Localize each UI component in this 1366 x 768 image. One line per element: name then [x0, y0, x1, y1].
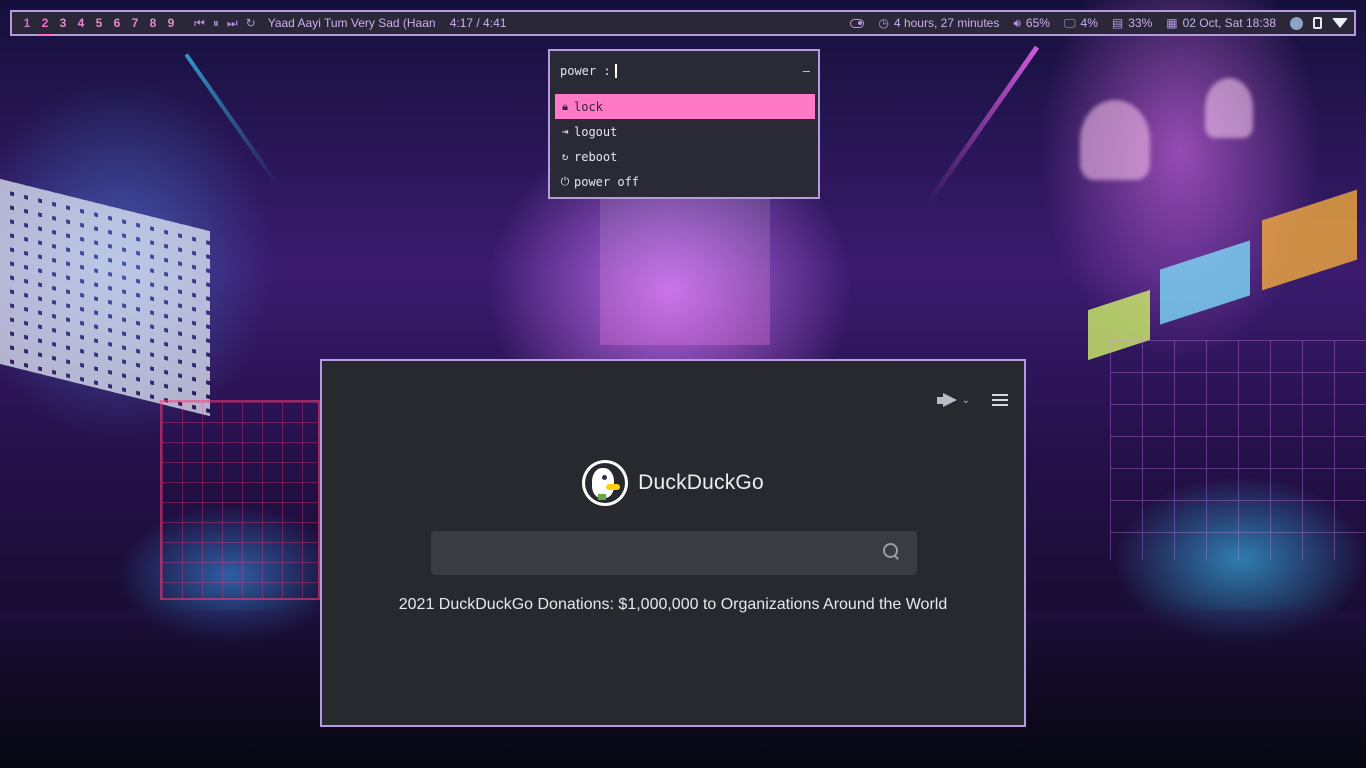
repeat-icon[interactable]: ↻ [246, 16, 256, 30]
workspace-8[interactable]: 8 [144, 16, 162, 30]
previous-track-icon[interactable]: ⏮ [194, 16, 205, 31]
power-icon: ⏻ [560, 174, 570, 188]
browser-top-icons: ⌄ [936, 393, 1008, 407]
phone-tray-icon[interactable] [1313, 17, 1322, 29]
hamburger-line [992, 399, 1008, 401]
wallpaper-neon-grid [160, 400, 320, 600]
donations-link[interactable]: 2021 DuckDuckGo Donations: $1,000,000 to… [322, 596, 1024, 614]
power-menu-item-logout[interactable]: ⇥ logout [555, 119, 815, 144]
battery-time-module: ◷ 4 hours, 27 minutes [878, 16, 999, 30]
next-track-icon[interactable]: ⏭ [227, 16, 238, 31]
wallpaper-neon-sign [1160, 240, 1250, 325]
megaphone-icon [936, 393, 959, 407]
calendar-icon: ▦ [1166, 16, 1178, 30]
wallpaper-tile-sign [0, 178, 210, 417]
hamburger-line [992, 404, 1008, 406]
memory-icon: ▤ [1111, 16, 1124, 30]
chevron-down-icon: ⌄ [961, 394, 970, 406]
power-menu-item-label: lock [574, 99, 603, 114]
volume-value: 65% [1025, 16, 1050, 30]
power-menu-item-power-off[interactable]: ⏻ power off [555, 169, 815, 194]
power-menu-item-label: logout [574, 124, 618, 139]
wallpaper-light-beam [184, 53, 280, 187]
search-box[interactable] [431, 531, 917, 575]
toggle-icon[interactable] [850, 18, 865, 28]
lock-icon: 🔒︎ [562, 99, 568, 113]
power-menu-item-label: power off [574, 174, 640, 189]
media-time: 4:17 / 4:41 [449, 16, 507, 30]
battery-time: 4 hours, 27 minutes [893, 16, 1000, 30]
announcements-button[interactable]: ⌄ [936, 393, 970, 407]
workspace-4[interactable]: 4 [72, 16, 90, 30]
workspace-9[interactable]: 9 [162, 16, 180, 30]
workspace-2[interactable]: 2 [36, 16, 54, 36]
workspace-6[interactable]: 6 [108, 16, 126, 30]
wallpaper-neon-sign [1262, 189, 1357, 291]
cpu-module: 🖵 4% [1064, 16, 1098, 31]
media-controls: ⏮ ⏸ ⏭ ↻ [194, 16, 256, 31]
system-tray [1290, 16, 1348, 30]
brand-name: DuckDuckGo [638, 471, 764, 494]
workspace-3[interactable]: 3 [54, 16, 72, 30]
power-menu-item-label: reboot [574, 149, 618, 164]
workspace-1[interactable]: 1 [18, 16, 36, 30]
workspace-list: 1 2 3 4 5 6 7 8 9 [18, 16, 180, 36]
wallpaper-light-beam [925, 45, 1040, 205]
search-icon[interactable] [883, 543, 899, 559]
power-menu-item-reboot[interactable]: ↻ reboot [555, 144, 815, 169]
monitor-icon: 🖵 [1063, 15, 1076, 30]
volume-module[interactable]: 🔊︎ 65% [1013, 16, 1050, 31]
date-module: ▦ 02 Oct, Sat 18:38 [1166, 16, 1276, 30]
status-bar: 1 2 3 4 5 6 7 8 9 ⏮ ⏸ ⏭ ↻ Yaad Aayi Tum … [10, 10, 1356, 36]
brand-logo-row: DuckDuckGo [322, 460, 1024, 506]
memory-module: ▤ 33% [1112, 16, 1152, 30]
workspace-7[interactable]: 7 [126, 16, 144, 30]
workspace-5[interactable]: 5 [90, 16, 108, 30]
power-menu: power : – 🔒︎ lock ⇥ logout ↻ reboot ⏻ po… [548, 49, 820, 199]
wallpaper-neon-grid [1110, 340, 1366, 560]
volume-icon: 🔊︎ [1013, 15, 1021, 30]
wifi-icon[interactable] [1332, 18, 1348, 28]
power-menu-prompt-row: power : – [560, 64, 810, 78]
wallpaper-jellyfish [1205, 78, 1253, 138]
clock-icon: ◷ [878, 16, 889, 30]
text-cursor[interactable] [614, 64, 617, 78]
browser-window: ⌄ DuckDuckGo 2021 DuckDuckGo Donations: … [320, 359, 1026, 727]
power-menu-list: 🔒︎ lock ⇥ logout ↻ reboot ⏻ power off [555, 94, 815, 194]
power-menu-prompt: power : [560, 64, 611, 78]
wallpaper-city-tower [600, 195, 770, 345]
wallpaper-neon-sign [1088, 289, 1150, 361]
power-menu-item-lock[interactable]: 🔒︎ lock [555, 94, 815, 119]
toggle-module[interactable] [850, 18, 865, 28]
logout-icon: ⇥ [561, 125, 569, 138]
datetime: 02 Oct, Sat 18:38 [1182, 16, 1276, 30]
reboot-icon: ↻ [561, 150, 569, 163]
wallpaper-jellyfish [1080, 100, 1150, 180]
hamburger-line [992, 394, 1008, 396]
power-menu-counter: – [802, 64, 810, 78]
memory-value: 33% [1128, 16, 1153, 30]
media-title[interactable]: Yaad Aayi Tum Very Sad (Haan h [268, 16, 436, 30]
menu-button[interactable] [992, 394, 1008, 406]
search-input[interactable] [431, 531, 861, 575]
duckduckgo-logo-icon [582, 460, 629, 506]
cpu-value: 4% [1080, 16, 1098, 30]
pause-icon[interactable]: ⏸ [213, 16, 219, 31]
app-tray-icon[interactable] [1290, 16, 1303, 30]
status-modules: ◷ 4 hours, 27 minutes 🔊︎ 65% 🖵 4% ▤ 33% … [836, 16, 1354, 31]
